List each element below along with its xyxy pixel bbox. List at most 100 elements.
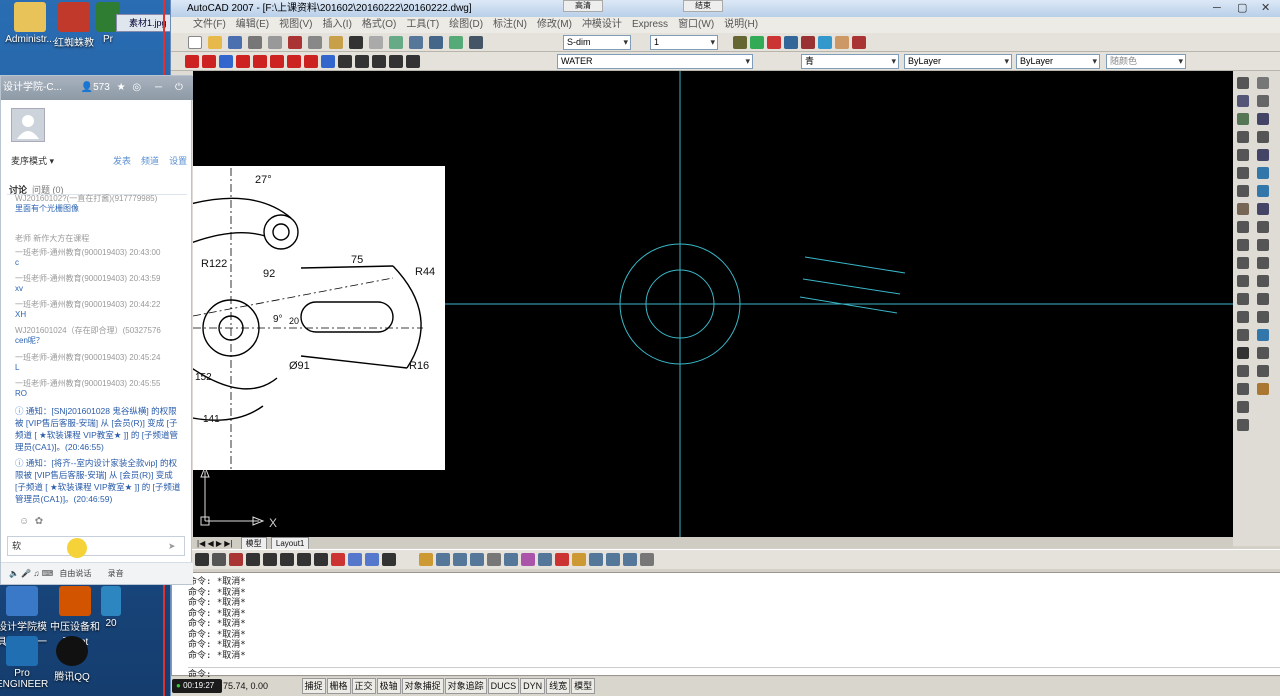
- die-tool-1-icon[interactable]: [185, 55, 199, 68]
- tool-3-7-icon[interactable]: [297, 553, 311, 566]
- status-lwt[interactable]: 线宽: [546, 678, 571, 694]
- die-tool-8-icon[interactable]: [304, 55, 318, 68]
- save-icon[interactable]: [228, 36, 243, 49]
- polygon-tool-icon[interactable]: [1237, 131, 1249, 143]
- menu-dimension[interactable]: 标注(N): [493, 19, 527, 30]
- close-button[interactable]: ✕: [1261, 0, 1270, 17]
- keyboard-icon[interactable]: ⌨: [42, 569, 54, 578]
- speaker-icon[interactable]: 🔈: [9, 569, 19, 578]
- xline-tool-icon[interactable]: [1237, 95, 1249, 107]
- move-tool-icon[interactable]: [1257, 167, 1269, 179]
- arc-tool-icon[interactable]: [1237, 167, 1249, 179]
- help-icon[interactable]: [468, 36, 483, 49]
- menu-insert[interactable]: 插入(I): [322, 19, 351, 30]
- table-tool-icon[interactable]: [1237, 329, 1249, 341]
- die-tool-12-icon[interactable]: [372, 55, 386, 68]
- offset-tool-icon[interactable]: [1257, 131, 1269, 143]
- dim-tool-4-icon[interactable]: [470, 553, 485, 566]
- mic-icon[interactable]: 🎤: [21, 569, 31, 578]
- desktop-icon-20[interactable]: 20: [96, 586, 126, 629]
- tool-3-10-icon[interactable]: [348, 553, 362, 566]
- lineweight-select[interactable]: ByLayer: [1016, 54, 1100, 69]
- dim-angular-tool-icon[interactable]: [1237, 383, 1249, 395]
- copy-tool-icon[interactable]: [1257, 95, 1269, 107]
- layer-lock-icon[interactable]: [801, 36, 815, 49]
- tool-3-4-icon[interactable]: [246, 553, 260, 566]
- break-tool-icon[interactable]: [1257, 275, 1269, 287]
- die-tool-11-icon[interactable]: [355, 55, 369, 68]
- chamfer-tool-icon[interactable]: [1257, 293, 1269, 305]
- array-tool-icon[interactable]: [1257, 149, 1269, 161]
- hd-button[interactable]: 高清: [563, 0, 603, 12]
- copy-icon[interactable]: [308, 36, 323, 49]
- preview-icon[interactable]: [268, 36, 283, 49]
- dim-linear-tool-icon[interactable]: [1257, 347, 1269, 359]
- layer-state-icon[interactable]: [818, 36, 832, 49]
- region-tool-icon[interactable]: [1237, 311, 1249, 323]
- tool-3-6-icon[interactable]: [280, 553, 294, 566]
- dim-tool-10-icon[interactable]: [572, 553, 587, 566]
- extend-tool-icon[interactable]: [1257, 257, 1269, 269]
- linetype-select[interactable]: ByLayer: [904, 54, 1012, 69]
- menu-express[interactable]: Express: [632, 19, 668, 30]
- dim-tool-14-icon[interactable]: [640, 553, 655, 566]
- tool-3-9-icon[interactable]: [331, 553, 345, 566]
- sticker-icon[interactable]: ✿: [35, 516, 43, 527]
- block-tool-icon[interactable]: [1237, 257, 1249, 269]
- minimize-button[interactable]: ─: [1213, 0, 1221, 17]
- menu-window[interactable]: 窗口(W): [678, 19, 714, 30]
- point-tool-icon[interactable]: [1237, 275, 1249, 287]
- dim-tool-9-icon[interactable]: [555, 553, 570, 566]
- plot-style-select[interactable]: 随颜色: [1106, 54, 1186, 69]
- tool-3-5-icon[interactable]: [263, 553, 277, 566]
- status-ducs[interactable]: DUCS: [487, 678, 520, 694]
- layer-select[interactable]: WATER: [557, 54, 753, 69]
- dim-tool-7-icon[interactable]: [521, 553, 536, 566]
- dim-tool-6-icon[interactable]: [504, 553, 519, 566]
- undo-icon[interactable]: [348, 36, 363, 49]
- paste-icon[interactable]: [328, 36, 343, 49]
- cut-icon[interactable]: [288, 36, 303, 49]
- end-button[interactable]: 结束: [683, 0, 723, 12]
- mic-mode-dropdown[interactable]: 麦序模式 ▾: [11, 154, 54, 167]
- menu-help[interactable]: 说明(H): [724, 19, 758, 30]
- status-snap[interactable]: 捕捉: [301, 678, 326, 694]
- layer-tool-icon[interactable]: [733, 36, 747, 49]
- emoji-icon[interactable]: ☺: [19, 516, 29, 527]
- dim-tool-13-icon[interactable]: [623, 553, 638, 566]
- dim-tool-11-icon[interactable]: [589, 553, 604, 566]
- tool-3-2-icon[interactable]: [212, 553, 226, 566]
- text-style-select[interactable]: 1: [650, 35, 718, 50]
- stretch-tool-icon[interactable]: [1257, 221, 1269, 233]
- dim-aligned-tool-icon[interactable]: [1237, 365, 1249, 377]
- menu-file[interactable]: 文件(F): [193, 19, 226, 30]
- tab-nav-arrows[interactable]: |◀ ◀ ▶ ▶|: [197, 539, 232, 548]
- desktop-icon-qq[interactable]: 腾讯QQ: [46, 636, 98, 683]
- menu-draw[interactable]: 绘图(D): [449, 19, 483, 30]
- dim-style-select[interactable]: S-dim: [563, 35, 631, 50]
- favorite-star-icon[interactable]: ★: [117, 82, 126, 93]
- revcloud-tool-icon[interactable]: [1237, 203, 1249, 215]
- status-model[interactable]: 模型: [571, 678, 596, 694]
- status-otrack[interactable]: 对象追踪: [444, 678, 487, 694]
- mirror-tool-icon[interactable]: [1257, 113, 1269, 125]
- status-osnap[interactable]: 对象捕捉: [401, 678, 444, 694]
- zoom-icon[interactable]: [408, 36, 423, 49]
- chat-input[interactable]: 软 ➤: [7, 536, 185, 556]
- dim-tool-5-icon[interactable]: [487, 553, 502, 566]
- dim-tool-1-icon[interactable]: [419, 553, 434, 566]
- record-button[interactable]: 录音: [108, 569, 124, 578]
- erase-tool-icon[interactable]: [1257, 77, 1269, 89]
- die-tool-7-icon[interactable]: [287, 55, 301, 68]
- die-tool-2-icon[interactable]: [202, 55, 216, 68]
- status-ortho[interactable]: 正交: [351, 678, 376, 694]
- link-settings[interactable]: 设置: [169, 156, 187, 166]
- menu-view[interactable]: 视图(V): [279, 19, 312, 30]
- avatar[interactable]: [11, 108, 45, 142]
- tool-3-3-icon[interactable]: [229, 553, 243, 566]
- menu-format[interactable]: 格式(O): [362, 19, 396, 30]
- dim-tool-12-icon[interactable]: [606, 553, 621, 566]
- pline-tool-icon[interactable]: [1237, 113, 1249, 125]
- spline-tool-icon[interactable]: [1237, 221, 1249, 233]
- ellipse-tool-icon[interactable]: [1237, 239, 1249, 251]
